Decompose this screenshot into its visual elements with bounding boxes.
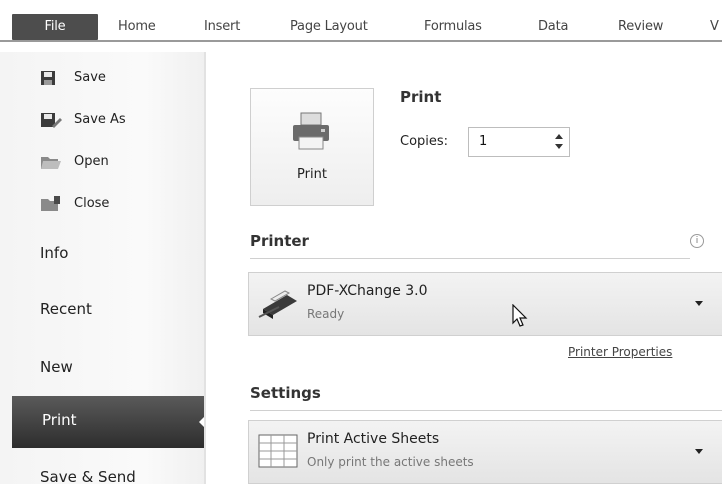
print-heading: Print	[400, 88, 442, 106]
sheets-grid-icon	[258, 434, 298, 468]
tab-file[interactable]: File	[12, 14, 98, 40]
save-label: Save	[74, 70, 106, 85]
settings-divider	[250, 410, 722, 411]
nav-new[interactable]: New	[40, 358, 73, 376]
printer-device-icon	[258, 290, 297, 319]
ribbon-divider	[0, 40, 722, 42]
copies-value: 1	[479, 134, 488, 149]
nav-print-selected[interactable]: Print	[12, 396, 209, 448]
printer-dropdown[interactable]: PDF-XChange 3.0 Ready	[248, 272, 722, 336]
spin-down-icon[interactable]	[555, 144, 563, 149]
print-button[interactable]: Print	[250, 88, 374, 206]
spin-up-icon[interactable]	[555, 134, 563, 139]
copies-label: Copies:	[400, 134, 449, 149]
nav-print-label: Print	[42, 411, 77, 429]
info-icon[interactable]: i	[690, 234, 704, 248]
backstage-nav: Save Save As Open Close Info Recent New …	[0, 52, 209, 486]
printer-heading: Printer	[250, 232, 309, 250]
tab-view[interactable]: V	[710, 14, 719, 40]
chevron-down-icon	[695, 301, 703, 306]
tab-review[interactable]: Review	[618, 14, 663, 40]
open-folder-icon	[41, 157, 61, 169]
open-label: Open	[74, 154, 109, 169]
close-label: Close	[74, 196, 110, 211]
printer-status: Ready	[307, 307, 345, 321]
print-pane: Print Print Copies: 1 Printer i PDF-XCha…	[206, 52, 722, 484]
save-as-icon	[41, 113, 62, 128]
close-folder-icon	[41, 196, 60, 211]
printer-divider	[250, 258, 690, 259]
tab-page-layout[interactable]: Page Layout	[290, 14, 368, 40]
print-button-label: Print	[297, 167, 327, 182]
nav-recent[interactable]: Recent	[40, 300, 92, 318]
tab-home[interactable]: Home	[118, 14, 156, 40]
save-as-label: Save As	[74, 112, 126, 127]
mouse-cursor-icon	[512, 304, 528, 327]
printer-properties-link[interactable]: Printer Properties	[568, 345, 672, 359]
chevron-down-icon	[695, 449, 703, 454]
ribbon-tab-bar: File Home Insert Page Layout Formulas Da…	[0, 0, 722, 52]
settings-heading: Settings	[250, 384, 321, 402]
settings-option-title: Print Active Sheets	[307, 431, 440, 447]
tab-data[interactable]: Data	[538, 14, 568, 40]
print-active-sheets-dropdown[interactable]: Print Active Sheets Only print the activ…	[248, 420, 722, 484]
printer-icon	[293, 112, 329, 150]
save-icon	[41, 71, 55, 85]
settings-option-sub: Only print the active sheets	[307, 455, 474, 469]
tab-insert[interactable]: Insert	[204, 14, 240, 40]
copies-stepper[interactable]: 1	[468, 127, 570, 157]
nav-save-send[interactable]: Save & Send	[40, 468, 136, 486]
printer-name: PDF-XChange 3.0	[307, 283, 428, 299]
nav-info[interactable]: Info	[40, 244, 68, 262]
tab-formulas[interactable]: Formulas	[424, 14, 482, 40]
